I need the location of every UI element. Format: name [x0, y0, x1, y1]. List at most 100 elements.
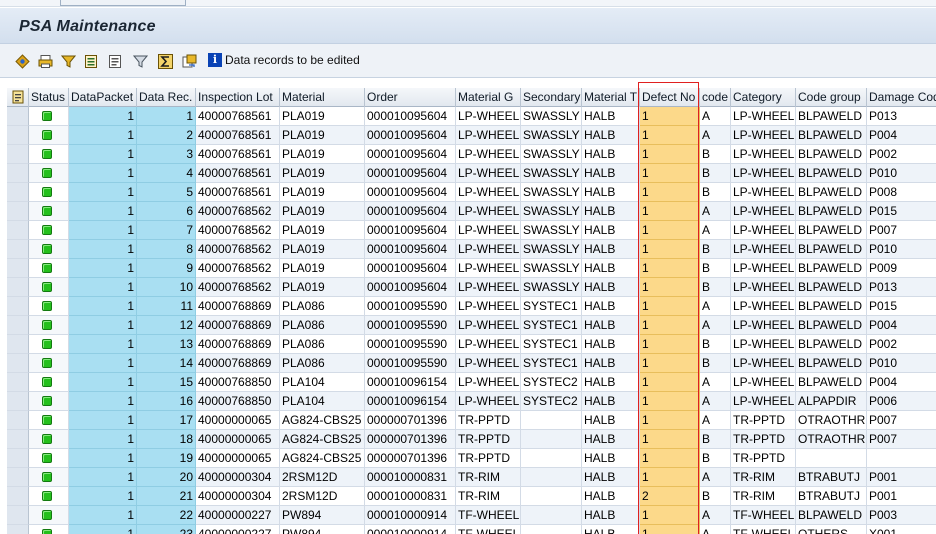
cell-damage-cod[interactable]: P006	[867, 392, 936, 411]
cell-material-t[interactable]: HALB	[582, 145, 640, 164]
cell-damage-cod[interactable]: P007	[867, 411, 936, 430]
cell-order[interactable]: 000010000831	[365, 487, 456, 506]
column-header-material-g[interactable]: Material G	[456, 88, 521, 107]
cell-order[interactable]: 000010095604	[365, 107, 456, 126]
cell-datapacket[interactable]: 1	[69, 278, 137, 297]
cell-material-t[interactable]: HALB	[582, 354, 640, 373]
cell-data-rec[interactable]: 11	[137, 297, 196, 316]
table-row[interactable]: 1 10 40000768562 PLA019 000010095604 LP-WHEEL…	[7, 278, 936, 297]
cell-code[interactable]: A	[700, 468, 731, 487]
cell-code-group[interactable]: BTRABUTJ	[796, 487, 867, 506]
cell-datapacket[interactable]: 1	[69, 240, 137, 259]
cell-damage-cod[interactable]: P002	[867, 145, 936, 164]
cell-category[interactable]: LP-WHEEL	[731, 392, 796, 411]
cell-code[interactable]: A	[700, 221, 731, 240]
row-selector[interactable]	[7, 354, 29, 373]
cell-damage-cod[interactable]: P010	[867, 240, 936, 259]
cell-defect-no[interactable]: 1	[640, 259, 700, 278]
table-row[interactable]: 1 4 40000768561 PLA019 000010095604 LP-WHEEL S…	[7, 164, 936, 183]
cell-order[interactable]: 000000701396	[365, 449, 456, 468]
cell-order[interactable]: 000010095604	[365, 126, 456, 145]
cell-code[interactable]: A	[700, 392, 731, 411]
cell-damage-cod[interactable]: P015	[867, 202, 936, 221]
column-header-code-group[interactable]: Code group	[796, 88, 867, 107]
cell-code[interactable]: B	[700, 183, 731, 202]
table-row[interactable]: 1 11 40000768869 PLA086 000010095590 LP-WHEEL…	[7, 297, 936, 316]
cell-material-t[interactable]: HALB	[582, 126, 640, 145]
cell-material-t[interactable]: HALB	[582, 221, 640, 240]
cell-category[interactable]: TR-RIM	[731, 487, 796, 506]
cell-secondary[interactable]: SYSTEC1	[521, 297, 582, 316]
cell-order[interactable]: 000010096154	[365, 392, 456, 411]
cell-defect-no[interactable]: 1	[640, 164, 700, 183]
cell-code-group[interactable]: BLPAWELD	[796, 240, 867, 259]
cell-datapacket[interactable]: 1	[69, 506, 137, 525]
cell-datapacket[interactable]: 1	[69, 145, 137, 164]
row-selector[interactable]	[7, 240, 29, 259]
cell-material-t[interactable]: HALB	[582, 278, 640, 297]
cell-secondary[interactable]: SYSTEC1	[521, 335, 582, 354]
cell-inspection-lot[interactable]: 40000768561	[196, 183, 280, 202]
cell-inspection-lot[interactable]: 40000768869	[196, 297, 280, 316]
cell-secondary[interactable]: SYSTEC1	[521, 316, 582, 335]
row-selector[interactable]	[7, 126, 29, 145]
cell-damage-cod[interactable]: P001	[867, 468, 936, 487]
cell-category[interactable]: LP-WHEEL	[731, 316, 796, 335]
column-header-code[interactable]: code	[700, 88, 731, 107]
cell-inspection-lot[interactable]: 40000768562	[196, 259, 280, 278]
cell-code-group[interactable]: BLPAWELD	[796, 373, 867, 392]
cell-data-rec[interactable]: 19	[137, 449, 196, 468]
column-header-datapacket[interactable]: DataPacket	[69, 88, 137, 107]
cell-secondary[interactable]	[521, 506, 582, 525]
cell-secondary[interactable]	[521, 487, 582, 506]
cell-material-t[interactable]: HALB	[582, 164, 640, 183]
cell-data-rec[interactable]: 13	[137, 335, 196, 354]
cell-order[interactable]: 000010095590	[365, 354, 456, 373]
cell-defect-no[interactable]: 1	[640, 221, 700, 240]
cell-category[interactable]: LP-WHEEL	[731, 221, 796, 240]
cell-inspection-lot[interactable]: 40000768561	[196, 164, 280, 183]
cell-secondary[interactable]	[521, 468, 582, 487]
cell-code[interactable]: B	[700, 278, 731, 297]
cell-datapacket[interactable]: 1	[69, 468, 137, 487]
row-selector[interactable]	[7, 411, 29, 430]
table-row[interactable]: 1 19 40000000065 AG824-CBS25 000000701396 TR-…	[7, 449, 936, 468]
cell-datapacket[interactable]: 1	[69, 487, 137, 506]
cell-material-t[interactable]: HALB	[582, 487, 640, 506]
cell-secondary[interactable]: SWASSLY	[521, 145, 582, 164]
cell-secondary[interactable]	[521, 449, 582, 468]
cell-inspection-lot[interactable]: 40000768869	[196, 354, 280, 373]
column-header-inspection-lot[interactable]: Inspection Lot	[196, 88, 280, 107]
cell-material[interactable]: PLA086	[280, 335, 365, 354]
table-row[interactable]: 1 8 40000768562 PLA019 000010095604 LP-WHEEL S…	[7, 240, 936, 259]
cell-material[interactable]: PLA019	[280, 107, 365, 126]
column-header-order[interactable]: Order	[365, 88, 456, 107]
cell-defect-no[interactable]: 1	[640, 145, 700, 164]
cell-material-t[interactable]: HALB	[582, 183, 640, 202]
table-row[interactable]: 1 15 40000768850 PLA104 000010096154 LP-WHEEL…	[7, 373, 936, 392]
cell-order[interactable]: 000010000914	[365, 506, 456, 525]
cell-category[interactable]: LP-WHEEL	[731, 373, 796, 392]
cell-data-rec[interactable]: 15	[137, 373, 196, 392]
cell-defect-no[interactable]: 1	[640, 335, 700, 354]
column-header-damage-cod[interactable]: Damage Cod	[867, 88, 936, 107]
cell-secondary[interactable]: SYSTEC1	[521, 354, 582, 373]
cell-category[interactable]: LP-WHEEL	[731, 202, 796, 221]
cell-category[interactable]: TR-RIM	[731, 468, 796, 487]
cell-category[interactable]: TR-PPTD	[731, 430, 796, 449]
cell-category[interactable]: LP-WHEEL	[731, 335, 796, 354]
cell-code-group[interactable]: BLPAWELD	[796, 145, 867, 164]
cell-material[interactable]: PLA019	[280, 145, 365, 164]
cell-inspection-lot[interactable]: 40000000227	[196, 506, 280, 525]
cell-defect-no[interactable]: 1	[640, 240, 700, 259]
cell-code-group[interactable]: BLPAWELD	[796, 278, 867, 297]
export-icon[interactable]	[181, 53, 197, 69]
cell-inspection-lot[interactable]: 40000000065	[196, 449, 280, 468]
cell-data-rec[interactable]: 23	[137, 525, 196, 534]
cell-material[interactable]: PW894	[280, 506, 365, 525]
cell-code-group[interactable]: BLPAWELD	[796, 164, 867, 183]
cell-defect-no[interactable]: 1	[640, 202, 700, 221]
cell-material-g[interactable]: LP-WHEEL	[456, 107, 521, 126]
cell-material-t[interactable]: HALB	[582, 259, 640, 278]
cell-code-group[interactable]: BLPAWELD	[796, 259, 867, 278]
